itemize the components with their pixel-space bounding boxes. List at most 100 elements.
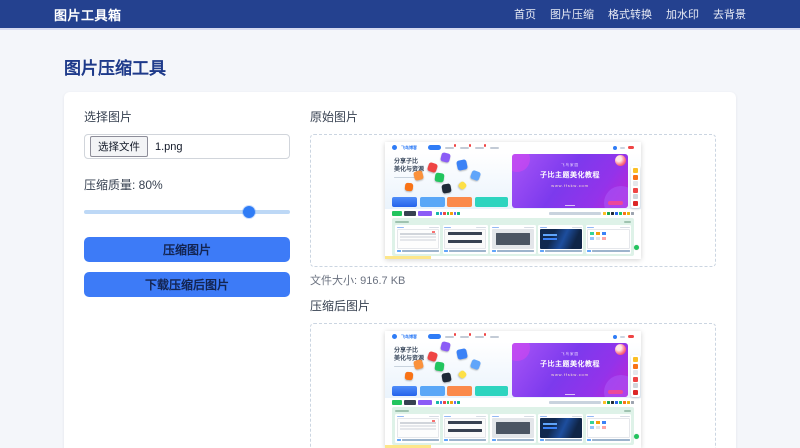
preview-hero-buttons — [392, 197, 508, 207]
preview-nav-item — [475, 333, 486, 339]
article-card — [585, 414, 632, 443]
selected-file-name: 1.png — [155, 140, 183, 153]
preview-site-topbar: 飞鸟博客 — [385, 142, 641, 153]
quality-label: 压缩质量: 80% — [84, 178, 163, 192]
nav-link-watermark[interactable]: 加水印 — [666, 6, 699, 22]
preview-logo-text: 飞鸟博客 — [401, 333, 417, 339]
preview-tags-row — [385, 398, 641, 407]
preview-banner: 飞鸟家园 子比主题美化教程 www.ffskw.com — [512, 154, 628, 208]
app-icon — [456, 348, 468, 360]
app-icon — [413, 359, 424, 370]
app-icon — [456, 159, 468, 171]
preview-hero-title-line1: 分享子比 — [394, 159, 419, 165]
preview-footer-strip — [385, 444, 431, 448]
preview-banner-tag: 飞鸟家园 — [561, 163, 579, 167]
preview-articles-header — [395, 220, 631, 223]
page-content: 图片压缩工具 选择图片 选择文件 1.png 压缩质量: 80% 压缩图片 下载… — [0, 54, 800, 448]
preview-nav-item — [445, 333, 456, 339]
compressed-image-box: 飞鸟博客 分享子比 美化与资源 飞鸟家园 子比主题美化教程 www.ffskw.… — [310, 323, 716, 448]
preview-banner-title: 子比主题美化教程 — [540, 172, 600, 179]
preview-hero-left: 分享子比 美化与资源 — [385, 152, 512, 209]
preview-article-cards — [395, 414, 632, 443]
app-icon — [434, 361, 445, 372]
preview-site-topbar: 飞鸟博客 — [385, 331, 641, 342]
uploaded-image-preview: 飞鸟博客 分享子比 美化与资源 飞鸟家园 子比主题美化教程 www.ffskw.… — [385, 142, 641, 259]
article-card — [395, 225, 441, 254]
preview-hero: 分享子比 美化与资源 飞鸟家园 子比主题美化教程 www.ffskw.com — [385, 152, 641, 209]
nav-link-home[interactable]: 首页 — [514, 6, 536, 22]
preview-hero-title-line2: 美化与资源 — [394, 166, 425, 173]
preview-announcement — [549, 212, 634, 215]
preview-hero: 分享子比 美化与资源 飞鸟家园 子比主题美化教程 www.ffskw.com — [385, 341, 641, 398]
preview-tags-row — [385, 209, 641, 218]
top-navbar: 图片工具箱 首页 图片压缩 格式转换 加水印 去背景 — [0, 0, 800, 30]
preview-active-nav-pill — [428, 145, 441, 150]
preview-banner-divider — [565, 204, 575, 206]
app-icon — [441, 372, 452, 383]
preview-nav-item — [475, 144, 486, 150]
nav-links: 首页 图片压缩 格式转换 加水印 去背景 — [514, 6, 746, 22]
compressed-image-heading: 压缩后图片 — [310, 299, 371, 313]
preview-banner-button — [608, 200, 623, 205]
article-card — [442, 225, 488, 254]
preview-nav-item — [460, 144, 471, 150]
preview-emoji-row — [603, 212, 634, 215]
preview-banner-url: www.ffskw.com — [551, 371, 589, 377]
original-image-heading: 原始图片 — [310, 110, 359, 124]
preview-articles-panel — [392, 407, 634, 445]
select-image-label: 选择图片 — [84, 110, 133, 124]
nav-link-convert[interactable]: 格式转换 — [608, 6, 652, 22]
compress-button[interactable]: 压缩图片 — [84, 237, 290, 262]
preview-hero-subtitle — [394, 365, 416, 367]
quality-slider-thumb[interactable] — [242, 206, 255, 218]
file-input[interactable]: 选择文件 1.png — [84, 134, 290, 159]
quality-slider-track[interactable] — [84, 210, 290, 214]
article-card — [442, 414, 488, 443]
nav-link-remove-bg[interactable]: 去背景 — [713, 6, 746, 22]
app-icon — [404, 371, 414, 381]
preview-nav-item — [445, 144, 456, 150]
control-panel: 选择图片 选择文件 1.png 压缩质量: 80% 压缩图片 下载压缩后图片 — [84, 108, 290, 448]
diamond-icon — [457, 180, 468, 191]
preview-floating-toolbar — [631, 355, 640, 397]
preview-banner-character — [615, 344, 626, 355]
quality-slider[interactable] — [84, 205, 290, 219]
preview-topbar-actions — [613, 145, 634, 150]
preview-logo-icon — [392, 334, 397, 339]
tool-card: 选择图片 选择文件 1.png 压缩质量: 80% 压缩图片 下载压缩后图片 原… — [64, 92, 736, 448]
original-image-box: 飞鸟博客 分享子比 美化与资源 飞鸟家园 子比主题美化教程 www.ffskw.… — [310, 134, 716, 267]
preview-nav-item — [490, 334, 501, 339]
app-icon — [441, 183, 452, 194]
preview-announcement — [549, 401, 634, 404]
preview-banner-button — [608, 389, 623, 394]
preview-tag — [404, 211, 416, 216]
preview-chat-icon — [634, 245, 639, 250]
download-button[interactable]: 下载压缩后图片 — [84, 272, 290, 297]
app-icon — [469, 358, 482, 371]
app-icon — [413, 170, 424, 181]
preview-article-cards — [395, 225, 632, 254]
preview-nav-item — [460, 333, 471, 339]
article-card — [538, 225, 584, 254]
original-file-size: 文件大小: 916.7 KB — [310, 275, 406, 287]
article-card — [538, 414, 584, 443]
uploaded-image-preview: 飞鸟博客 分享子比 美化与资源 飞鸟家园 子比主题美化教程 www.ffskw.… — [385, 331, 641, 448]
choose-file-button[interactable]: 选择文件 — [90, 136, 148, 157]
preview-banner-character — [615, 155, 626, 166]
preview-tag — [392, 400, 402, 405]
preview-logo-icon — [392, 145, 397, 150]
preview-hero-title-line1: 分享子比 — [394, 348, 419, 354]
preview-logo-text: 飞鸟博客 — [401, 144, 417, 150]
article-card — [585, 225, 632, 254]
preview-tag — [418, 400, 432, 405]
nav-link-compress[interactable]: 图片压缩 — [550, 6, 594, 22]
preview-tag — [392, 211, 402, 216]
preview-hero-buttons — [392, 386, 508, 396]
preview-tag — [404, 400, 416, 405]
preview-banner-divider — [565, 393, 575, 395]
preview-emoji-row — [603, 401, 634, 404]
preview-tag-glyphs — [436, 401, 460, 404]
preview-chat-icon — [634, 434, 639, 439]
preview-nav-item — [490, 145, 501, 150]
diamond-icon — [457, 369, 468, 380]
